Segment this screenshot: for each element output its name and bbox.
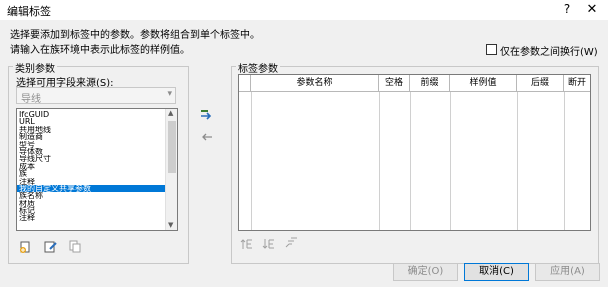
title-bar [0, 0, 608, 20]
column-divider [564, 92, 565, 230]
list-item[interactable]: 导体数 [17, 148, 165, 155]
wrap-between-params-checkbox[interactable] [486, 44, 497, 55]
description-line-1: 选择要添加到标签中的参数。参数将组合到单个标签中。 [10, 30, 260, 41]
list-item[interactable]: 族 [17, 170, 165, 177]
list-item[interactable]: 制造商 [17, 133, 165, 140]
new-parameter-icon[interactable] [18, 239, 32, 253]
remove-parameter-icon[interactable] [200, 130, 214, 144]
move-down-icon[interactable] [262, 237, 276, 251]
chevron-down-icon: ▾ [167, 89, 172, 99]
column-divider [517, 92, 518, 230]
column-divider [251, 92, 252, 230]
column-header-break[interactable]: 断开 [564, 75, 590, 92]
list-item[interactable]: 族名称 [17, 192, 165, 199]
sort-icon[interactable] [284, 236, 298, 250]
wrap-between-params-label[interactable]: 仅在参数之间换行(W) [500, 43, 598, 58]
close-button[interactable]: ✕ [584, 2, 600, 18]
field-source-value: 导线 [21, 94, 41, 105]
list-item[interactable]: 我的自定义共享参数 [17, 184, 165, 193]
column-header-prefix[interactable]: 前缀 [410, 75, 450, 92]
move-up-icon[interactable] [240, 237, 254, 251]
column-header-spaces[interactable]: 空格 [379, 75, 410, 92]
column-header-sample-value[interactable]: 样例值 [450, 75, 517, 92]
list-item[interactable]: 型号 [17, 141, 165, 148]
column-divider [450, 92, 451, 230]
window-title: 编辑标签 [7, 5, 51, 18]
list-item[interactable]: 材质 [17, 200, 165, 207]
category-params-title: 类别参数 [13, 60, 57, 75]
scroll-thumb[interactable] [168, 121, 176, 173]
list-item[interactable]: IfcGUID [17, 111, 165, 118]
add-parameter-icon[interactable] [200, 108, 214, 122]
list-item[interactable]: 导线尺寸 [17, 155, 165, 162]
cancel-button[interactable]: 取消(C) [464, 263, 529, 281]
edit-parameter-icon[interactable] [43, 239, 57, 253]
label-params-title: 标签参数 [236, 60, 280, 75]
label-params-table[interactable]: 参数名称 空格 前缀 样例值 后缀 断开 [238, 74, 591, 231]
column-divider [410, 92, 411, 230]
column-header-param-name[interactable]: 参数名称 [251, 75, 379, 92]
help-button[interactable]: ? [560, 2, 574, 18]
list-item[interactable]: 注释 [17, 178, 165, 185]
field-source-select[interactable]: 导线 ▾ [16, 87, 176, 105]
apply-button[interactable]: 应用(A) [535, 263, 600, 281]
scroll-down-icon[interactable]: ▼ [168, 221, 173, 229]
list-item[interactable]: 共用地线 [17, 126, 165, 133]
available-fields-list[interactable]: IfcGUID URL 共用地线 制造商 型号 导体数 导线尺寸 成本族注释 我的自定义共享参数… [16, 108, 178, 231]
shared-parameter-icon[interactable] [67, 239, 81, 253]
list-scrollbar[interactable]: ▲ ▼ [165, 109, 177, 230]
column-divider [379, 92, 380, 230]
list-item[interactable]: URL [17, 118, 165, 125]
scroll-up-icon[interactable]: ▲ [168, 109, 173, 117]
row-header-corner [239, 75, 251, 92]
list-item[interactable]: 注释 [17, 214, 165, 221]
description-line-2: 请输入在族环境中表示此标签的样例值。 [10, 45, 190, 56]
list-item[interactable]: 标记 [17, 207, 165, 214]
column-header-suffix[interactable]: 后缀 [517, 75, 564, 92]
ok-button[interactable]: 确定(O) [393, 263, 458, 281]
list-item[interactable]: 成本 [17, 163, 165, 170]
